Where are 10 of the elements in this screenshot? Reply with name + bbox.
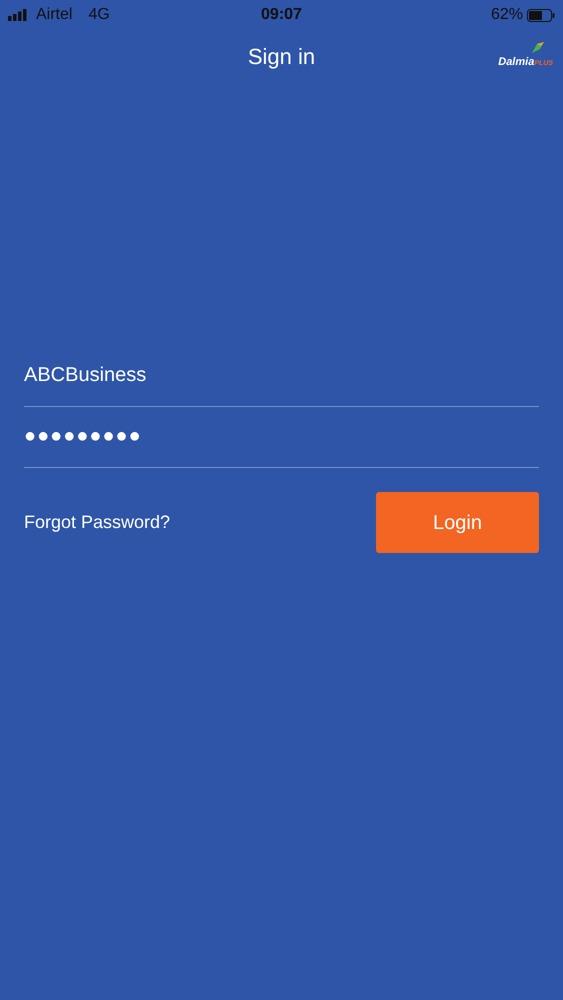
battery-icon bbox=[526, 8, 555, 22]
username-field[interactable]: ABCBusiness bbox=[24, 346, 539, 407]
forgot-password-link[interactable]: Forgot Password? bbox=[24, 509, 170, 536]
password-field[interactable]: ●●●●●●●●● bbox=[24, 407, 539, 468]
signal-icon bbox=[8, 9, 28, 21]
page-title: Sign in bbox=[248, 44, 316, 70]
battery-percentage: 62% bbox=[490, 5, 523, 25]
clock-time: 09:07 bbox=[261, 5, 302, 25]
carrier-name: Airtel bbox=[36, 5, 72, 25]
network-type: 4G bbox=[88, 5, 110, 25]
